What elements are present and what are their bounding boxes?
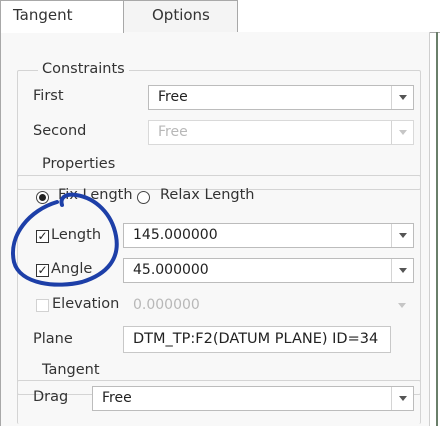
annotation-circle [11,192,119,287]
hand-drawn-loop [11,192,119,287]
tab-tangent-label: Tangent [13,6,73,24]
tab-tangent[interactable]: Tangent [0,0,124,33]
